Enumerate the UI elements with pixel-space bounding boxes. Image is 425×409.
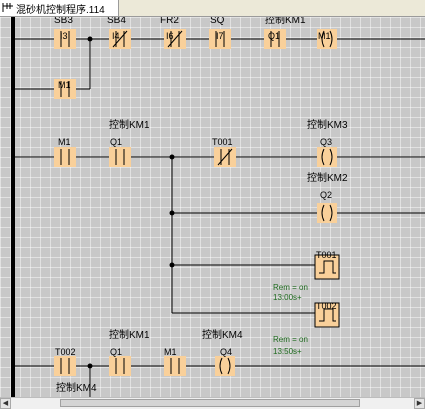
symbol-label: 控制KM3: [307, 120, 348, 131]
address-label: Q3: [320, 137, 333, 147]
junction-node: [169, 154, 175, 160]
ladder-canvas[interactable]: SB3 SB4 FR2 SQ 控制KM1 I3 I4 I6 I7 Q1 M1 M…: [0, 17, 425, 397]
contact-m1[interactable]: [164, 356, 186, 376]
address-label: M1: [58, 80, 71, 90]
power-rail: [11, 17, 15, 397]
address-label: Q4: [220, 347, 233, 357]
scroll-thumb[interactable]: [60, 399, 360, 407]
symbol-label: 控制KM1: [109, 120, 150, 131]
address-label: Q1: [268, 31, 281, 41]
address-label: I3: [60, 31, 68, 41]
ladder-editor-window: 混砂机控制程序.114 SB3 SB4 FR2 SQ 控制KM1 I3 I4 I…: [0, 0, 425, 409]
contact-t002[interactable]: [54, 356, 76, 376]
contact-q1[interactable]: [109, 356, 131, 376]
address-label: T002: [55, 347, 76, 357]
timer-rem: Rem = on: [273, 335, 308, 344]
symbol-label: SB3: [54, 17, 73, 26]
symbol-label: 控制KM4: [202, 330, 243, 341]
tab-title: 混砂机控制程序.114: [16, 5, 105, 16]
coil-q2[interactable]: [317, 203, 337, 223]
address-label: I6: [166, 31, 174, 41]
tab-program[interactable]: 混砂机控制程序.114: [0, 0, 119, 16]
contact-q1[interactable]: [109, 147, 131, 167]
coil-q4[interactable]: [215, 356, 235, 376]
symbol-label: 控制KM1: [109, 330, 150, 341]
timer-preset: 13:50s+: [273, 347, 302, 356]
address-label: T002: [316, 301, 337, 311]
ladder-program-icon: [2, 3, 13, 12]
tab-bar: 混砂机控制程序.114: [0, 0, 425, 17]
symbol-label: SQ: [210, 17, 225, 26]
address-label: M1: [58, 137, 71, 147]
address-label: Q1: [110, 137, 123, 147]
junction-node: [169, 210, 175, 216]
symbol-label: 控制KM2: [307, 173, 348, 184]
contact-m1[interactable]: [54, 147, 76, 167]
rung-2: [15, 156, 425, 314]
symbol-label: 控制KM4: [56, 383, 97, 394]
timer-preset: 13:00s+: [273, 293, 302, 302]
scroll-right-button[interactable]: ▶: [414, 398, 425, 409]
horizontal-scrollbar[interactable]: ◀ ▶: [0, 397, 425, 409]
address-label: I7: [216, 31, 224, 41]
symbol-label: FR2: [160, 17, 179, 26]
timer-rem: Rem = on: [273, 283, 308, 292]
symbol-label: SB4: [107, 17, 126, 26]
address-label: Q2: [320, 190, 333, 200]
address-label: T001: [316, 250, 337, 260]
address-label: Q1: [110, 347, 123, 357]
junction-node: [169, 262, 175, 268]
contact-t001-nc[interactable]: [214, 147, 236, 167]
address-label: M1: [318, 31, 331, 41]
junction-node: [87, 36, 93, 42]
address-label: I4: [112, 31, 120, 41]
junction-node: [87, 363, 93, 369]
symbol-label: 控制KM1: [265, 17, 306, 26]
address-label: M1: [164, 347, 177, 357]
scroll-left-button[interactable]: ◀: [0, 398, 11, 409]
coil-q3[interactable]: [317, 147, 337, 167]
address-label: T001: [212, 137, 233, 147]
